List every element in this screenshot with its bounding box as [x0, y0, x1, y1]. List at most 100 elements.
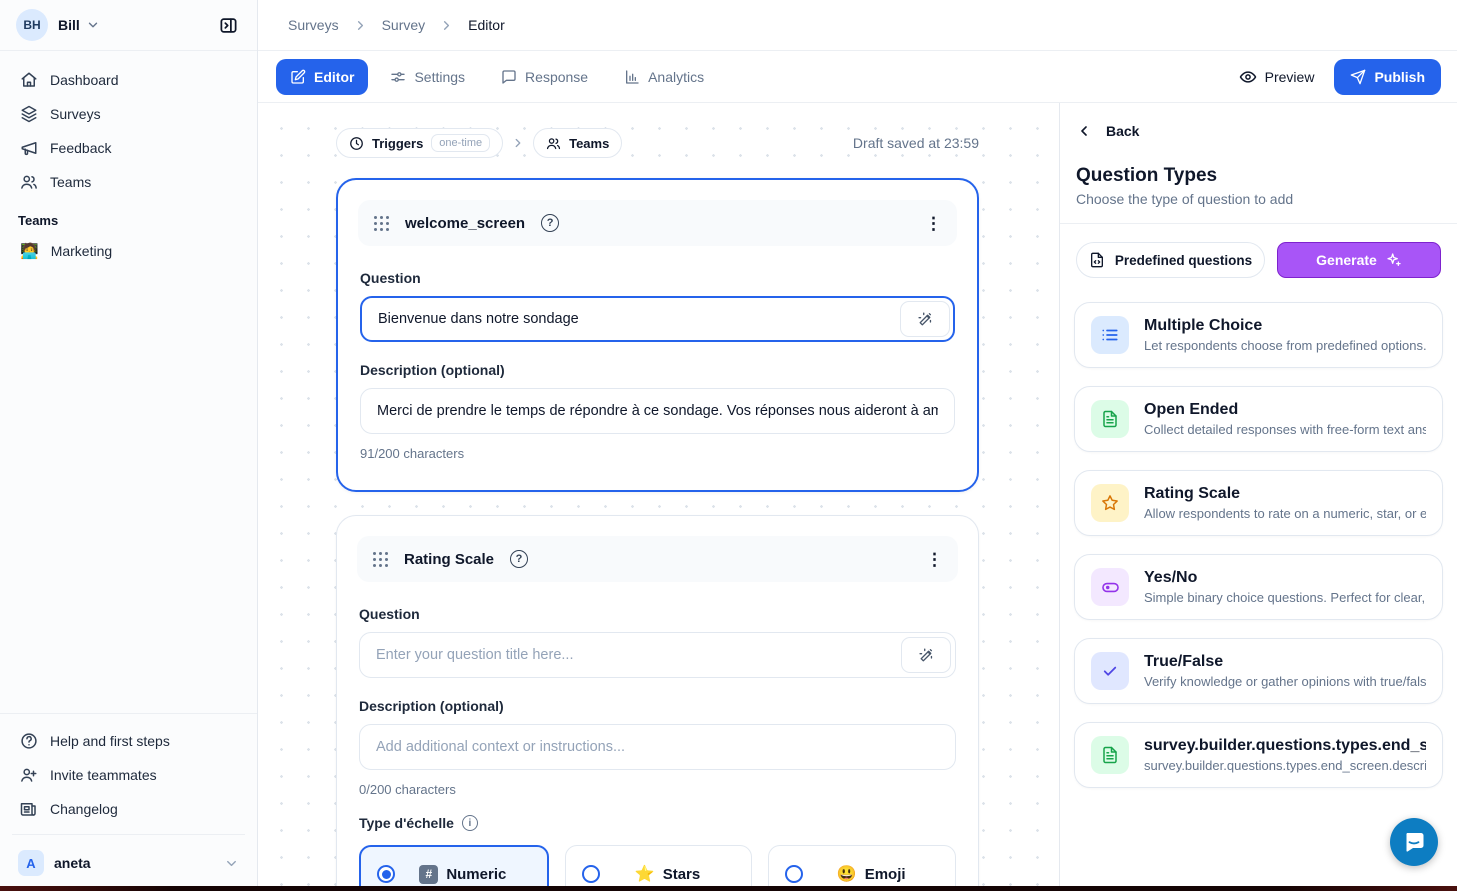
panel-subtitle: Choose the type of question to add	[1060, 191, 1457, 223]
sidebar-item-feedback[interactable]: Feedback	[10, 131, 247, 165]
description-input[interactable]	[360, 388, 955, 434]
question-card-rating-scale[interactable]: Rating Scale ? ⋮ Question	[336, 515, 979, 891]
star-emoji: ⭐	[635, 864, 655, 884]
description-input[interactable]	[359, 724, 956, 770]
generate-button[interactable]: Generate	[1277, 242, 1441, 278]
divider	[12, 834, 245, 835]
user-avatar[interactable]: BH	[16, 9, 48, 41]
sidebar-item-label: Dashboard	[50, 72, 119, 88]
send-icon	[1350, 69, 1366, 85]
question-type-multiple-choice[interactable]: Multiple Choice Let respondents choose f…	[1074, 302, 1443, 368]
triggers-chip[interactable]: Triggers one-time	[336, 128, 503, 158]
check-icon	[1091, 652, 1129, 690]
drag-handle-icon[interactable]	[373, 552, 388, 567]
chevron-down-icon	[224, 856, 239, 871]
tab-label: Editor	[314, 69, 354, 85]
sidebar-item-label: Changelog	[50, 801, 118, 817]
sidebar-item-help[interactable]: Help and first steps	[10, 724, 247, 758]
eye-icon	[1239, 68, 1257, 86]
scale-option-stars[interactable]: ⭐ Stars	[565, 845, 753, 891]
sidebar-footer: Help and first steps Invite teammates Ch…	[0, 713, 257, 891]
organization-switcher[interactable]: A aneta	[10, 843, 247, 883]
tab-analytics[interactable]: Analytics	[610, 59, 718, 95]
char-counter: 0/200 characters	[359, 782, 956, 797]
type-title: Yes/No	[1144, 569, 1426, 587]
breadcrumb-surveys[interactable]: Surveys	[288, 17, 339, 33]
radio-unselected[interactable]	[582, 865, 600, 883]
help-circle-icon[interactable]: ?	[541, 214, 559, 232]
question-type-true-false[interactable]: True/False Verify knowledge or gather op…	[1074, 638, 1443, 704]
question-type-open-ended[interactable]: Open Ended Collect detailed responses wi…	[1074, 386, 1443, 452]
tab-label: Settings	[414, 69, 465, 85]
home-icon	[20, 71, 38, 89]
predefined-questions-button[interactable]: Predefined questions	[1076, 242, 1265, 278]
help-circle-icon[interactable]: ?	[510, 550, 528, 568]
question-title-input[interactable]	[360, 296, 955, 342]
org-avatar: A	[18, 850, 44, 876]
question-type-yes-no[interactable]: Yes/No Simple binary choice questions. P…	[1074, 554, 1443, 620]
char-counter: 91/200 characters	[360, 446, 955, 461]
user-name[interactable]: Bill	[58, 17, 80, 33]
sidebar-item-changelog[interactable]: Changelog	[10, 792, 247, 826]
publish-button[interactable]: Publish	[1334, 59, 1441, 95]
tab-response[interactable]: Response	[487, 59, 602, 95]
sidebar-item-invite[interactable]: Invite teammates	[10, 758, 247, 792]
file-text-icon	[1091, 736, 1129, 774]
sidebar-team-marketing[interactable]: 🧑‍💻 Marketing	[10, 234, 247, 268]
teams-section-label: Teams	[0, 199, 257, 234]
scale-option-numeric[interactable]: # Numeric	[359, 845, 549, 891]
question-type-rating-scale[interactable]: Rating Scale Allow respondents to rate o…	[1074, 470, 1443, 536]
users-icon	[546, 136, 561, 151]
chevron-down-icon	[86, 18, 100, 32]
back-button[interactable]: Back	[1060, 123, 1457, 139]
chat-launcher-button[interactable]	[1390, 818, 1438, 866]
type-description: survey.builder.questions.types.end_scree…	[1144, 758, 1426, 773]
description-label: Description (optional)	[359, 698, 956, 714]
type-description: Simple binary choice questions. Perfect …	[1144, 590, 1426, 605]
tab-settings[interactable]: Settings	[376, 59, 479, 95]
sidebar-item-surveys[interactable]: Surveys	[10, 97, 247, 131]
tab-editor[interactable]: Editor	[276, 59, 368, 95]
type-description: Collect detailed responses with free-for…	[1144, 422, 1426, 437]
pencil-square-icon	[290, 69, 306, 85]
drag-handle-icon[interactable]	[374, 216, 389, 231]
editor-toolbar: Editor Settings Response Analytics	[258, 51, 1457, 103]
radio-unselected[interactable]	[785, 865, 803, 883]
option-label: Stars	[663, 866, 701, 883]
question-card-welcome-screen[interactable]: welcome_screen ? ⋮ Question	[336, 178, 979, 492]
scale-type-label: Type d'échelle i	[359, 815, 956, 831]
magic-wand-button[interactable]	[901, 637, 951, 673]
predefined-label: Predefined questions	[1115, 253, 1252, 268]
team-emoji: 🧑‍💻	[20, 242, 39, 260]
newspaper-icon	[20, 800, 38, 818]
magic-wand-button[interactable]	[900, 301, 950, 337]
bar-chart-icon	[624, 69, 640, 85]
sidebar-item-dashboard[interactable]: Dashboard	[10, 63, 247, 97]
org-name: aneta	[54, 855, 208, 871]
megaphone-icon	[20, 139, 38, 157]
type-description: Allow respondents to rate on a numeric, …	[1144, 506, 1426, 521]
question-type-end-screen[interactable]: survey.builder.questions.types.end_scr..…	[1074, 722, 1443, 788]
card-menu-button[interactable]: ⋮	[925, 215, 943, 232]
type-title: True/False	[1144, 653, 1426, 671]
breadcrumb-survey[interactable]: Survey	[382, 17, 426, 33]
type-description: Verify knowledge or gather opinions with…	[1144, 674, 1426, 689]
scale-option-emoji[interactable]: 😃 Emoji	[768, 845, 956, 891]
main-area: Surveys Survey Editor Editor Setting	[258, 0, 1457, 891]
option-label: Numeric	[446, 866, 506, 883]
preview-button[interactable]: Preview	[1227, 59, 1327, 95]
magic-wand-icon	[917, 311, 934, 328]
card-body: Question Description (optional)	[337, 582, 978, 891]
panel-actions: Predefined questions Generate	[1060, 224, 1457, 286]
card-body: Question Description (optional)	[338, 246, 977, 461]
generate-label: Generate	[1316, 252, 1377, 268]
teams-chip[interactable]: Teams	[533, 128, 622, 158]
star-icon	[1091, 484, 1129, 522]
card-menu-button[interactable]: ⋮	[926, 551, 944, 568]
radio-selected[interactable]	[377, 865, 395, 883]
collapse-sidebar-button[interactable]	[213, 10, 243, 40]
users-icon	[20, 173, 38, 191]
sidebar-item-teams[interactable]: Teams	[10, 165, 247, 199]
file-code-icon	[1089, 252, 1105, 268]
question-title-input[interactable]	[359, 632, 956, 678]
